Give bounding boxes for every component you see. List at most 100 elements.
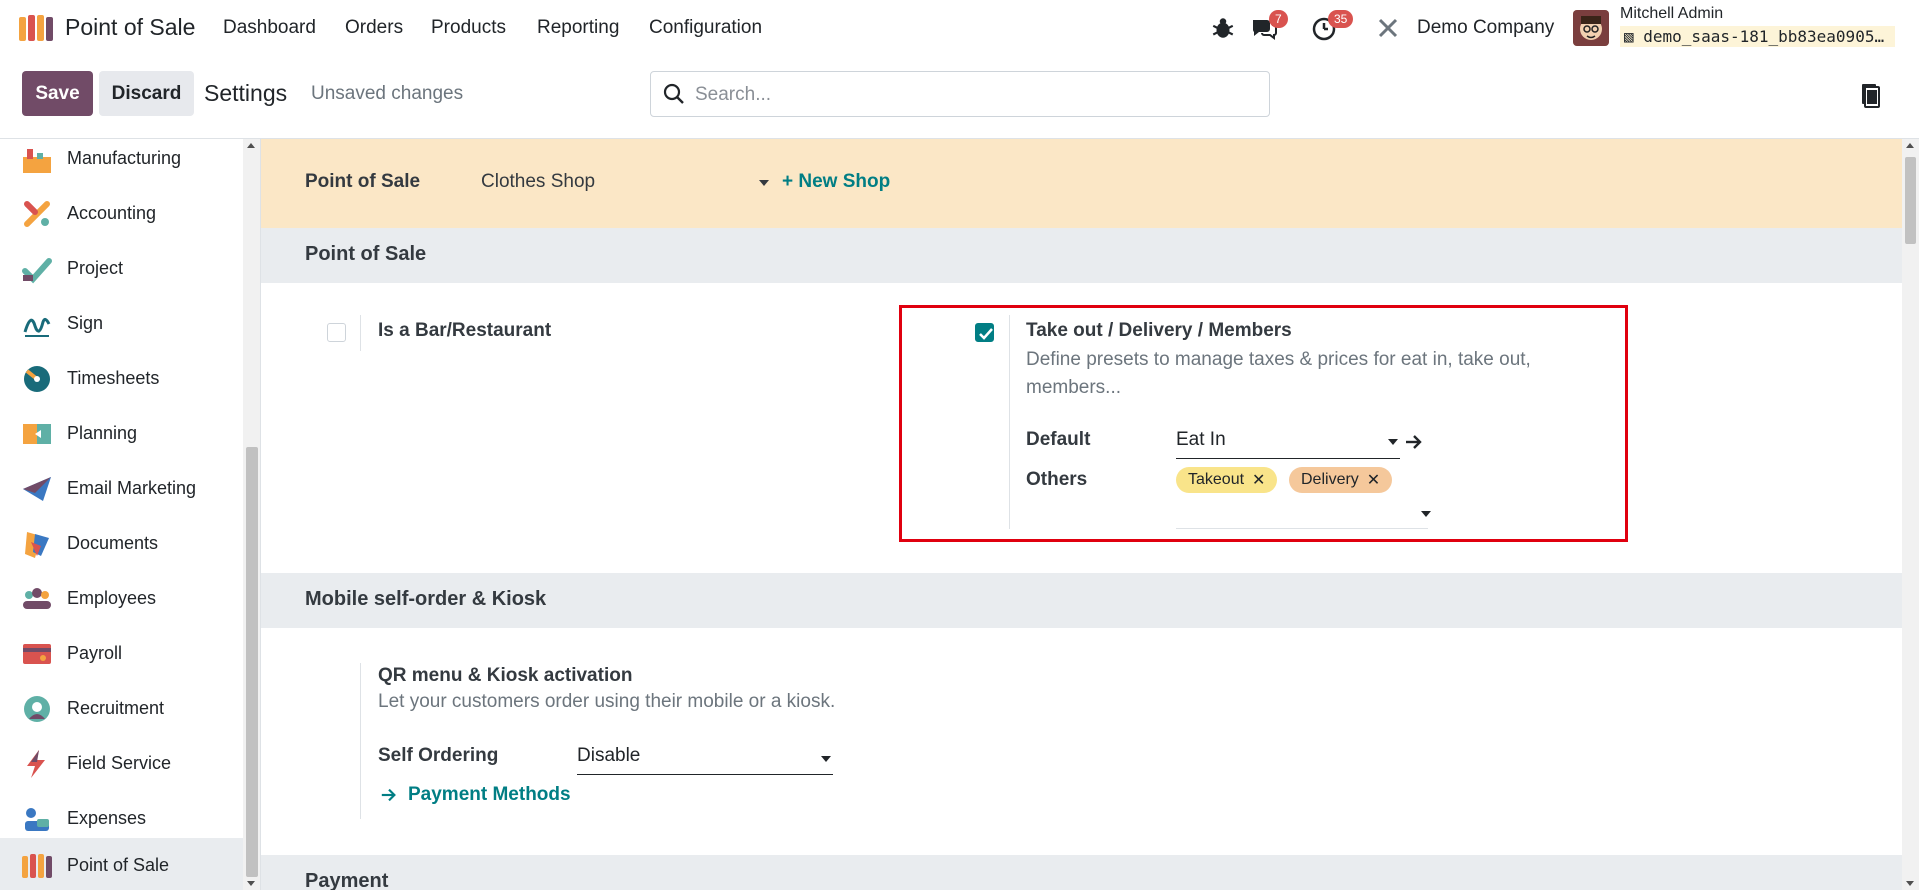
payroll-icon: [23, 643, 51, 664]
main-scrollbar-thumb[interactable]: [1905, 157, 1916, 244]
sidebar-item-label: Employees: [67, 588, 157, 608]
page-title: Settings: [204, 80, 288, 106]
self-ordering-value: Disable: [577, 745, 641, 766]
documentation-icon[interactable]: [1860, 82, 1880, 108]
sidebar-item-label: Documents: [67, 533, 159, 553]
section-title: Mobile self-order & Kiosk: [305, 588, 547, 610]
sidebar-item-timesheets[interactable]: Timesheets: [0, 351, 243, 406]
sidebar-item-label: Manufacturing: [67, 148, 182, 168]
setting-divider: [360, 663, 361, 819]
sidebar-item-label: Project: [67, 258, 124, 278]
shop-selector-bar: Point of Sale Clothes Shop + New Shop: [261, 139, 1902, 228]
app-name[interactable]: Point of Sale: [65, 14, 195, 41]
avatar-image: [1573, 10, 1609, 46]
project-icon: [22, 257, 52, 283]
sidebar-item-label: Timesheets: [67, 368, 160, 388]
accounting-icon: [24, 200, 50, 227]
sidebar-item-manufacturing[interactable]: Manufacturing: [0, 139, 243, 186]
arrow-right-icon[interactable]: [380, 786, 398, 804]
documents-icon: [25, 531, 49, 558]
point-of-sale-app-icon[interactable]: [18, 13, 54, 43]
shop-select[interactable]: Clothes Shop: [481, 171, 777, 193]
scroll-up-arrow[interactable]: [1906, 143, 1914, 148]
sidebar-item-documents[interactable]: Documents: [0, 516, 243, 571]
company-switcher[interactable]: Demo Company: [1417, 17, 1554, 39]
employees-icon: [23, 587, 51, 609]
sidebar-item-label: Email Marketing: [67, 478, 197, 498]
scroll-down-arrow[interactable]: [247, 881, 255, 886]
menu-dashboard[interactable]: Dashboard: [223, 17, 316, 39]
sign-icon: [23, 317, 51, 337]
sidebar-item-label: Point of Sale: [67, 855, 170, 875]
self-order-description: Let your customers order using their mob…: [378, 691, 836, 712]
sidebar-item-label: Recruitment: [67, 698, 165, 718]
top-navbar: Point of Sale Dashboard Orders Products …: [0, 0, 1919, 56]
sidebar-item-label: Field Service: [67, 753, 172, 773]
section-title: Point of Sale: [305, 243, 427, 265]
bar-restaurant-label: Is a Bar/Restaurant: [378, 320, 552, 341]
tools-icon[interactable]: [1376, 14, 1400, 42]
database-name: ▧ demo_saas-181_bb83ea0905…: [1620, 26, 1895, 47]
expenses-icon: [25, 807, 49, 831]
menu-products[interactable]: Products: [431, 17, 506, 39]
search-input[interactable]: Search...: [650, 71, 1270, 117]
activities-badge: 35: [1328, 10, 1354, 28]
user-name[interactable]: Mitchell Admin: [1620, 5, 1723, 23]
sidebar-item-point-of-sale[interactable]: Point of Sale: [0, 838, 243, 890]
section-point-of-sale: Point of Sale: [261, 228, 1902, 283]
unsaved-status: Unsaved changes: [311, 83, 464, 104]
search-placeholder: Search...: [695, 84, 772, 105]
sidebar-scrollbar[interactable]: [243, 139, 261, 890]
sidebar-item-label: Expenses: [67, 808, 147, 828]
highlight-box: [899, 305, 1628, 542]
planning-icon: [23, 423, 51, 444]
menu-configuration[interactable]: Configuration: [649, 17, 762, 39]
sidebar-item-field-service[interactable]: Field Service: [0, 736, 243, 791]
setting-divider: [360, 315, 361, 351]
settings-main: Point of Sale Clothes Shop + New Shop Po…: [261, 139, 1902, 890]
payment-methods-link[interactable]: Payment Methods: [408, 784, 571, 806]
recruitment-icon: [24, 695, 50, 722]
sidebar-item-label: Planning: [67, 423, 138, 443]
chevron-down-icon[interactable]: [759, 180, 769, 186]
scroll-up-arrow[interactable]: [247, 143, 255, 148]
field-service-icon: [27, 749, 45, 778]
bar-restaurant-checkbox[interactable]: [327, 323, 346, 342]
new-shop-button[interactable]: + New Shop: [782, 171, 890, 193]
sidebar-item-employees[interactable]: Employees: [0, 571, 243, 626]
self-ordering-label: Self Ordering: [378, 745, 499, 766]
self-ordering-select[interactable]: Disable: [577, 745, 833, 775]
manufacturing-icon: [23, 148, 51, 173]
sidebar-scrollbar-thumb[interactable]: [246, 447, 258, 877]
save-button[interactable]: Save: [22, 71, 93, 116]
sidebar-item-email-marketing[interactable]: Email Marketing: [0, 461, 243, 516]
search-icon: [663, 83, 684, 104]
shop-bar-label: Point of Sale: [305, 171, 421, 192]
sidebar-item-recruitment[interactable]: Recruitment: [0, 681, 243, 736]
section-payment: Payment: [261, 855, 1902, 890]
sidebar-item-sign[interactable]: Sign: [0, 296, 243, 351]
bug-icon[interactable]: [1210, 14, 1236, 42]
point-of-sale-icon: [22, 853, 52, 878]
settings-sidebar: Manufacturing Accounting Project Sign Ti…: [0, 139, 243, 890]
main-scrollbar[interactable]: [1902, 139, 1919, 890]
messages-badge: 7: [1269, 10, 1288, 28]
sidebar-item-project[interactable]: Project: [0, 241, 243, 296]
sidebar-item-planning[interactable]: Planning: [0, 406, 243, 461]
user-avatar[interactable]: [1573, 10, 1609, 46]
timesheets-icon: [24, 365, 50, 392]
sidebar-item-payroll[interactable]: Payroll: [0, 626, 243, 681]
section-title: Payment: [305, 870, 389, 890]
sidebar-item-accounting[interactable]: Accounting: [0, 186, 243, 241]
menu-reporting[interactable]: Reporting: [537, 17, 619, 39]
sidebar-item-label: Sign: [67, 313, 104, 333]
section-self-order: Mobile self-order & Kiosk: [261, 573, 1902, 628]
database-name-text: demo_saas-181_bb83ea0905…: [1643, 27, 1885, 46]
email-marketing-icon: [23, 476, 51, 501]
sidebar-item-label: Payroll: [67, 643, 123, 663]
discard-button[interactable]: Discard: [99, 71, 194, 116]
scroll-down-arrow[interactable]: [1906, 881, 1914, 886]
menu-orders[interactable]: Orders: [345, 17, 403, 39]
sidebar-item-label: Accounting: [67, 203, 157, 223]
chevron-down-icon[interactable]: [821, 756, 831, 762]
